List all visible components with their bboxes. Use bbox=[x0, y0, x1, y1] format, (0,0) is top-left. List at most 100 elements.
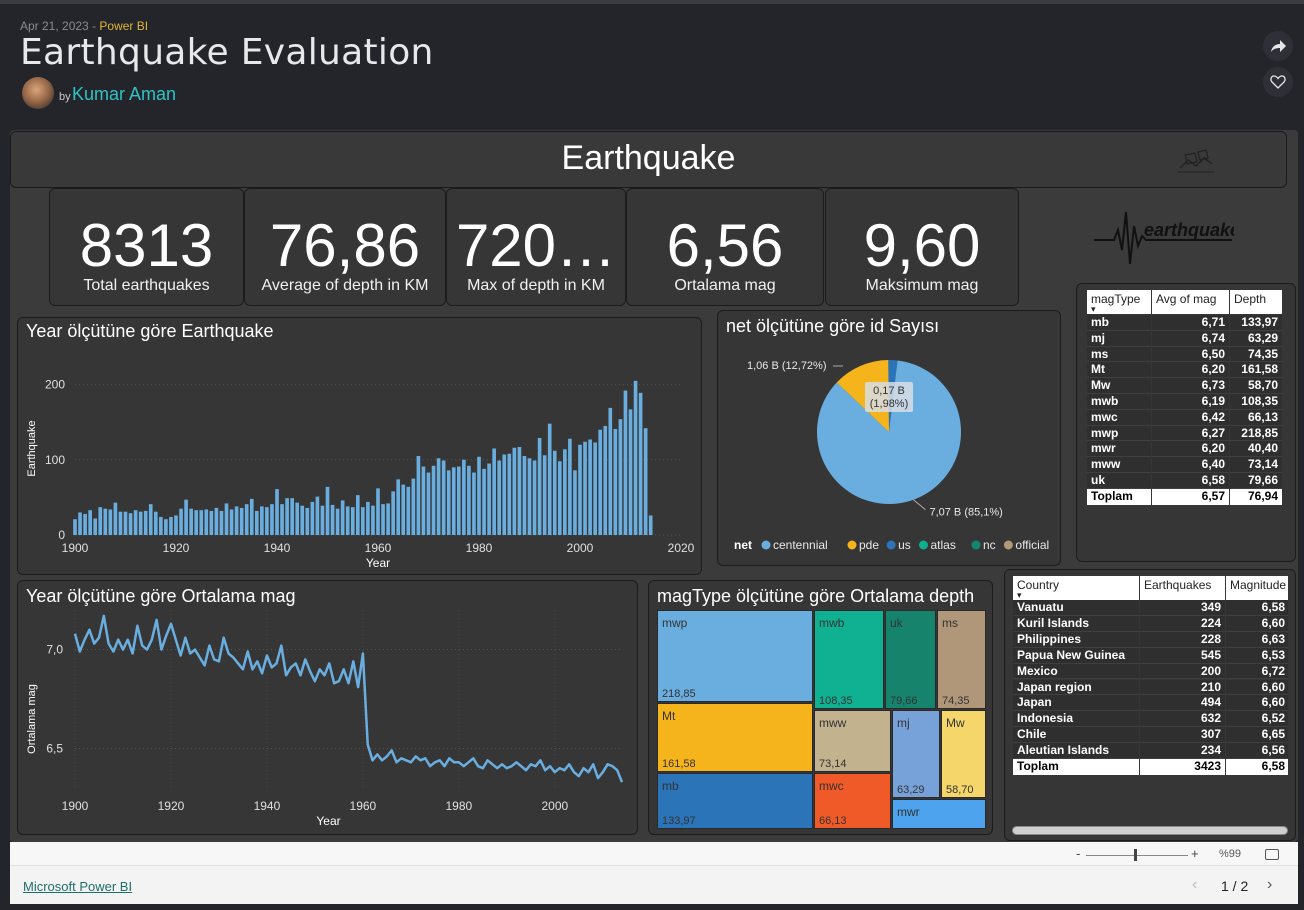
slice-label: (1,98%) bbox=[870, 398, 909, 410]
country-cell: 494 bbox=[1140, 695, 1225, 712]
x-axis-label: Year bbox=[316, 814, 340, 828]
treemap-tile-mwc[interactable]: mwc 66,13 bbox=[814, 773, 891, 829]
year-earthquake-bar-chart[interactable]: 0 100 200 1900 1920 1940 1960 1980 2000 2020 Year E… bbox=[17, 317, 702, 575]
legend-item: atlas bbox=[931, 538, 956, 552]
fit-to-page-icon[interactable] bbox=[1265, 849, 1279, 860]
y-tick-label: 6,5 bbox=[46, 741, 63, 755]
magtype-header-cell[interactable]: Avg of mag bbox=[1152, 290, 1229, 314]
bar bbox=[133, 510, 138, 535]
author-link[interactable]: Kumar Aman bbox=[72, 84, 176, 105]
net-pie-chart[interactable]: 7,07 B (85,1%) 1,06 B (12,72%) 0,17 B(1,98… bbox=[717, 310, 1061, 566]
treemap-tile-mj[interactable]: mj 63,29 bbox=[892, 710, 940, 798]
kpi-avg-mag[interactable]: 6,56 Ortalama mag bbox=[626, 188, 824, 306]
magtype-header-cell[interactable]: Depth bbox=[1230, 290, 1282, 314]
treemap-label: mww bbox=[819, 716, 847, 730]
treemap-tile-ms[interactable]: ms 74,35 bbox=[937, 610, 986, 709]
country-total-cell: Toplam bbox=[1013, 759, 1139, 775]
bar bbox=[578, 444, 582, 535]
magtype-cell: 58,70 bbox=[1230, 378, 1282, 394]
country-cell: 234 bbox=[1140, 743, 1225, 759]
zoom-slider-track[interactable] bbox=[1086, 855, 1188, 856]
magtype-cell: 6,27 bbox=[1152, 425, 1229, 442]
country-cell: 6,60 bbox=[1226, 615, 1288, 632]
microsoft-power-bi-link[interactable]: Microsoft Power BI bbox=[23, 879, 132, 894]
bar bbox=[249, 498, 254, 535]
bar bbox=[583, 441, 587, 535]
treemap-tile-mwb[interactable]: mwb 108,35 bbox=[814, 610, 884, 709]
magtype-treemap[interactable]: mwp 218,85 mwb 108,35 uk 79,66 ms 74,35 Mt 161,58… bbox=[657, 610, 987, 829]
legend-item: us bbox=[898, 538, 911, 552]
treemap-tile-mwr[interactable]: mwr bbox=[892, 799, 986, 829]
country-cell: Mexico bbox=[1013, 663, 1139, 680]
next-page-icon[interactable]: › bbox=[1267, 876, 1272, 894]
x-tick-label: 1900 bbox=[62, 799, 89, 813]
zoom-slider-thumb[interactable] bbox=[1134, 849, 1137, 861]
year-mag-line-chart[interactable]: 6,5 7,0 1900 1920 1940 1960 1980 2000 Year Ortala… bbox=[17, 580, 638, 835]
svg-text:earthquake: earthquake bbox=[1144, 220, 1234, 240]
treemap-tile-mb[interactable]: mb 133,97 bbox=[657, 773, 813, 829]
bar bbox=[280, 504, 284, 535]
magtype-header-cell[interactable]: magType bbox=[1087, 290, 1151, 314]
country-header-cell[interactable]: Earthquakes bbox=[1140, 576, 1225, 600]
share-button[interactable] bbox=[1263, 31, 1293, 61]
kpi-total-earthquakes[interactable]: 8313 Total earthquakes bbox=[49, 188, 244, 306]
bar bbox=[492, 448, 496, 535]
country-cell: 6,52 bbox=[1226, 711, 1288, 728]
x-tick-label: 1960 bbox=[350, 799, 377, 813]
bar bbox=[542, 455, 547, 535]
country-header-cell[interactable]: Country bbox=[1013, 576, 1139, 600]
previous-page-icon[interactable]: ‹ bbox=[1192, 876, 1197, 894]
magtype-total-cell: 6,57 bbox=[1152, 488, 1229, 505]
treemap-value: 218,85 bbox=[662, 688, 696, 700]
bar bbox=[244, 504, 249, 535]
magtype-cell: Mw bbox=[1087, 378, 1151, 394]
magtype-cell: 40,40 bbox=[1230, 441, 1282, 458]
bar bbox=[371, 505, 375, 535]
treemap-tile-mww[interactable]: mww 73,14 bbox=[814, 710, 891, 772]
avatar[interactable] bbox=[22, 77, 54, 109]
country-total-cell: 6,58 bbox=[1226, 759, 1288, 775]
legend-item: official bbox=[1015, 538, 1049, 552]
bar bbox=[123, 511, 128, 535]
treemap-tile-mwp[interactable]: mwp 218,85 bbox=[657, 610, 813, 702]
bar bbox=[320, 505, 325, 535]
kpi-label: Ortalama mag bbox=[674, 277, 776, 294]
bar bbox=[608, 407, 613, 535]
bar bbox=[310, 501, 315, 535]
zoom-out-button[interactable]: - bbox=[1076, 846, 1080, 861]
bar bbox=[275, 489, 279, 535]
treemap-label: Mw bbox=[946, 716, 965, 730]
kpi-max-mag[interactable]: 9,60 Maksimum mag bbox=[825, 188, 1019, 306]
zoom-in-button[interactable]: + bbox=[1191, 846, 1199, 861]
country-cell: 6,53 bbox=[1226, 647, 1288, 664]
magtype-cell: 218,85 bbox=[1230, 425, 1282, 442]
like-button[interactable] bbox=[1263, 67, 1293, 97]
bar bbox=[355, 495, 360, 535]
slice-label: 7,07 B (85,1%) bbox=[929, 507, 1002, 519]
bar bbox=[184, 499, 188, 535]
country-cell: Indonesia bbox=[1013, 711, 1139, 728]
horizontal-scrollbar[interactable] bbox=[1012, 826, 1288, 835]
bar bbox=[502, 454, 507, 535]
treemap-tile-mw[interactable]: Mw 58,70 bbox=[941, 710, 986, 798]
magtype-table[interactable]: magType Avg of mag Depth ▾ mb 6,71 133,97 mj 6,7… bbox=[1087, 290, 1283, 510]
bar bbox=[305, 507, 310, 535]
slice-label: 0,17 B bbox=[873, 385, 905, 397]
treemap-tile-mt[interactable]: Mt 161,58 bbox=[657, 703, 813, 772]
magtype-cell: 6,19 bbox=[1152, 394, 1229, 410]
legend-marker bbox=[971, 540, 981, 550]
magtype-total-cell: 76,94 bbox=[1230, 488, 1282, 505]
country-table[interactable]: Country Earthquakes Magnitude ▾ Vanuatu 349 6,… bbox=[1013, 576, 1288, 776]
bar bbox=[219, 510, 224, 535]
bar bbox=[159, 516, 163, 535]
country-cell: 545 bbox=[1140, 647, 1225, 664]
treemap-tile-uk[interactable]: uk 79,66 bbox=[885, 610, 936, 709]
country-cell: 349 bbox=[1140, 600, 1225, 616]
kpi-average-depth[interactable]: 76,86 Average of depth in KM bbox=[244, 188, 446, 306]
bar bbox=[431, 465, 436, 535]
magtype-cell: 6,40 bbox=[1152, 457, 1229, 473]
magtype-cell: 6,74 bbox=[1152, 330, 1229, 347]
country-header-cell[interactable]: Magnitude bbox=[1226, 576, 1288, 600]
slice-label: 1,06 B (12,72%) bbox=[747, 360, 827, 372]
kpi-max-depth[interactable]: 720… Max of depth in KM bbox=[446, 188, 626, 306]
